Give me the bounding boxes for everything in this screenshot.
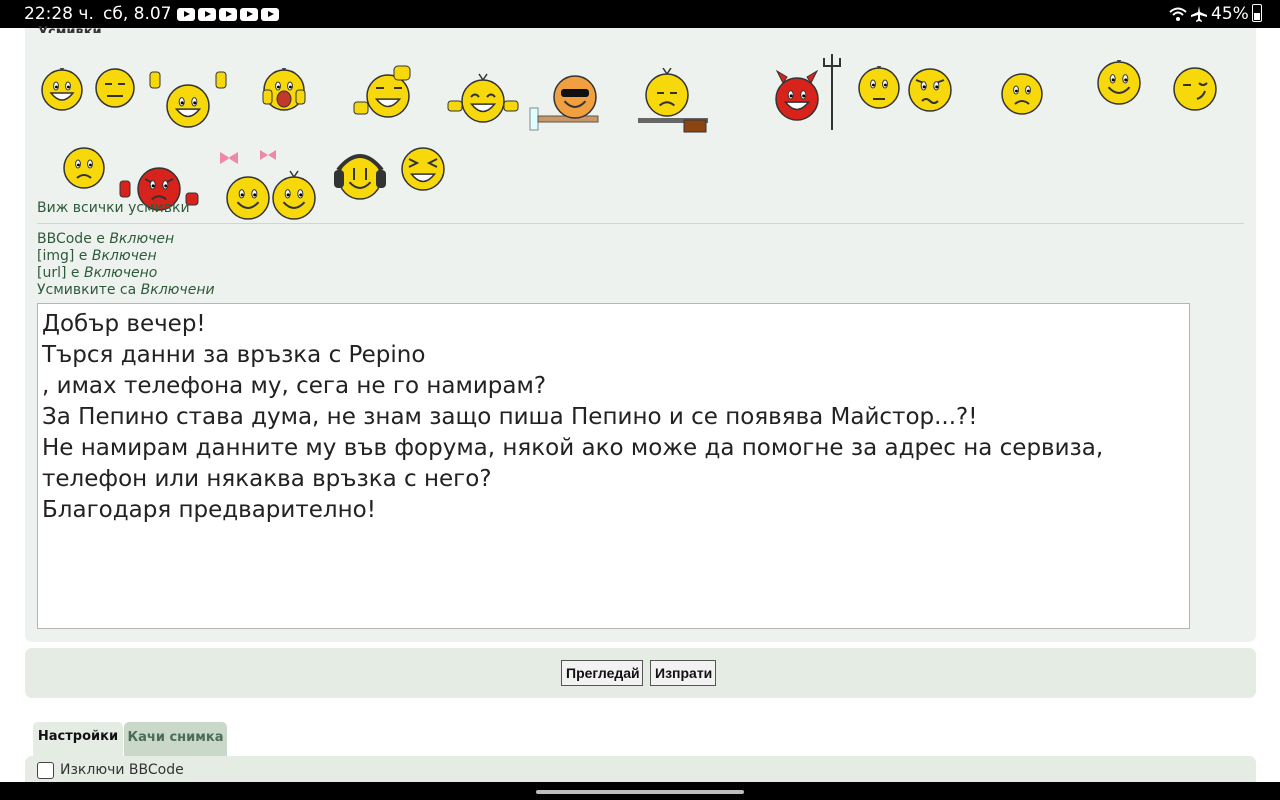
scream-smiley-icon[interactable] <box>262 68 306 112</box>
smilies-status-label: Усмивките са <box>37 282 141 298</box>
bbcode-status: BBCode е Включен <box>37 231 174 247</box>
smile-smiley-icon[interactable] <box>1096 60 1142 106</box>
confused-smiley-icon[interactable] <box>906 66 954 114</box>
divider <box>37 223 1244 224</box>
couple-smiley-icon[interactable] <box>210 144 318 252</box>
url-status: [url] е Включено <box>37 265 157 281</box>
img-status-value: Включен <box>91 248 157 264</box>
battery-percent: 45% <box>1211 4 1249 24</box>
youtube-icon <box>198 8 216 21</box>
img-status-label: [img] е <box>37 248 92 264</box>
youtube-icon <box>177 8 195 21</box>
url-status-value: Включено <box>83 265 158 281</box>
status-bar: 22:28 ч. сб, 8.07 45% <box>0 0 1280 28</box>
worried-smiley-icon[interactable] <box>857 66 901 110</box>
status-date: сб, 8.07 <box>103 4 172 24</box>
disable-bbcode-checkbox[interactable] <box>37 762 54 779</box>
devil-smiley-icon[interactable] <box>764 52 846 134</box>
wifi-icon <box>1169 7 1187 21</box>
bbcode-status-label: BBCode е <box>37 231 110 247</box>
fist-smiley-icon[interactable] <box>352 64 416 128</box>
message-textarea[interactable] <box>37 303 1190 629</box>
smilies-status: Усмивките са Включени <box>37 282 215 298</box>
sad-smiley-icon[interactable] <box>1000 72 1044 116</box>
unhappy-smiley-icon[interactable] <box>62 146 106 190</box>
angry-smiley-icon[interactable] <box>118 148 200 230</box>
lol-smiley-icon[interactable] <box>400 146 446 192</box>
url-status-label: [url] е <box>37 265 84 281</box>
grin-smiley-icon[interactable] <box>40 68 84 112</box>
gesture-handle[interactable] <box>536 790 744 794</box>
airplane-icon <box>1191 6 1207 22</box>
headphones-smiley-icon[interactable] <box>330 148 390 208</box>
status-time: 22:28 ч. <box>24 4 94 24</box>
laughing-smiley-icon[interactable] <box>446 64 520 138</box>
neutral-smiley-icon[interactable] <box>94 67 136 109</box>
view-all-smilies-link[interactable]: Виж всички усмивки <box>37 200 190 216</box>
submit-button[interactable]: Изпрати <box>650 660 716 686</box>
smilies-status-value: Включени <box>140 282 215 298</box>
disable-bbcode-label: Изключи BBCode <box>60 762 184 778</box>
preview-button[interactable]: Прегледай <box>561 660 643 686</box>
youtube-icon <box>240 8 258 21</box>
gun-smiley-icon[interactable] <box>638 68 708 138</box>
smilies-title: Усмивки <box>38 25 102 33</box>
battery-icon <box>1252 4 1262 22</box>
victory-smiley-icon[interactable] <box>148 66 228 146</box>
cool-drink-smiley-icon[interactable] <box>528 52 610 134</box>
youtube-icon <box>219 8 237 21</box>
tab-settings[interactable]: Настройки <box>33 722 123 758</box>
tab-upload-image[interactable]: Качи снимка <box>124 722 227 756</box>
wink-smiley-icon[interactable] <box>1172 66 1218 112</box>
img-status: [img] е Включен <box>37 248 157 264</box>
bbcode-status-value: Включен <box>109 231 175 247</box>
youtube-icon <box>261 8 279 21</box>
